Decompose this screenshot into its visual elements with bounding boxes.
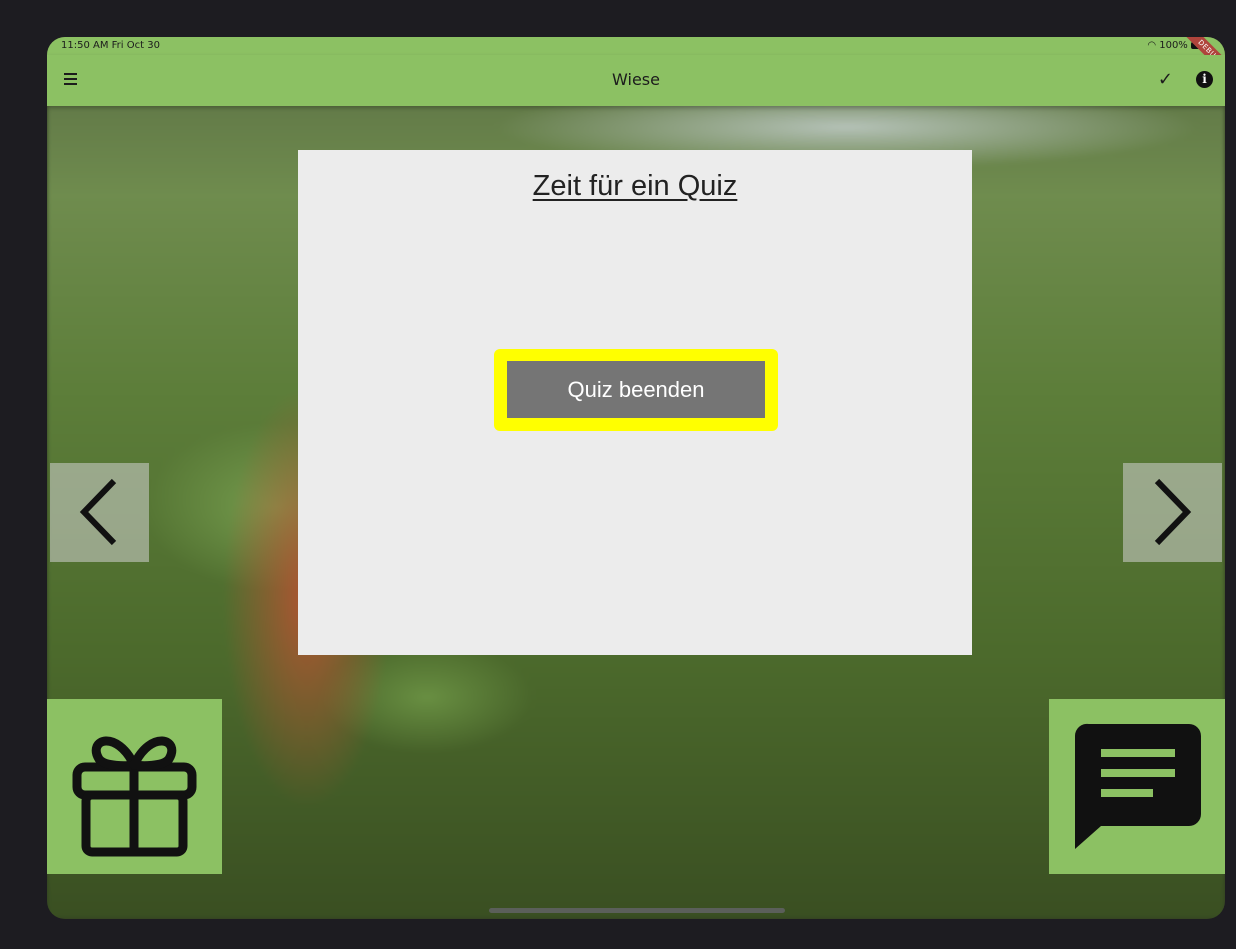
- wifi-icon: ◠: [1147, 40, 1160, 51]
- gift-button[interactable]: [47, 699, 222, 874]
- chevron-left-icon: [79, 478, 117, 546]
- quiz-card: Zeit für ein Quiz Quiz beenden: [298, 150, 972, 655]
- quiz-end-button-highlight[interactable]: Quiz beenden: [494, 349, 778, 431]
- chevron-right-icon: [1154, 478, 1192, 546]
- tablet-screen: 11:50 AM Fri Oct 30 ◠ 100% DEBUG Wiese ✓…: [47, 37, 1225, 919]
- gift-icon: [72, 736, 197, 857]
- quiz-end-button[interactable]: Quiz beenden: [507, 361, 765, 418]
- status-bar: 11:50 AM Fri Oct 30 ◠ 100% DEBUG: [47, 37, 1225, 77]
- next-button[interactable]: [1123, 463, 1222, 562]
- chat-icon: [1074, 723, 1201, 849]
- battery-level: 100%: [1159, 40, 1188, 51]
- check-icon[interactable]: ✓: [1158, 69, 1173, 90]
- quiz-title: Zeit für ein Quiz: [532, 170, 738, 202]
- home-indicator: [489, 908, 785, 913]
- status-time: 11:50 AM Fri Oct 30: [61, 40, 160, 51]
- app-bar: Wiese ✓ i: [47, 55, 1225, 106]
- page-title: Wiese: [612, 70, 660, 89]
- chat-button[interactable]: [1049, 699, 1225, 874]
- info-icon[interactable]: i: [1196, 71, 1213, 88]
- previous-button[interactable]: [50, 463, 149, 562]
